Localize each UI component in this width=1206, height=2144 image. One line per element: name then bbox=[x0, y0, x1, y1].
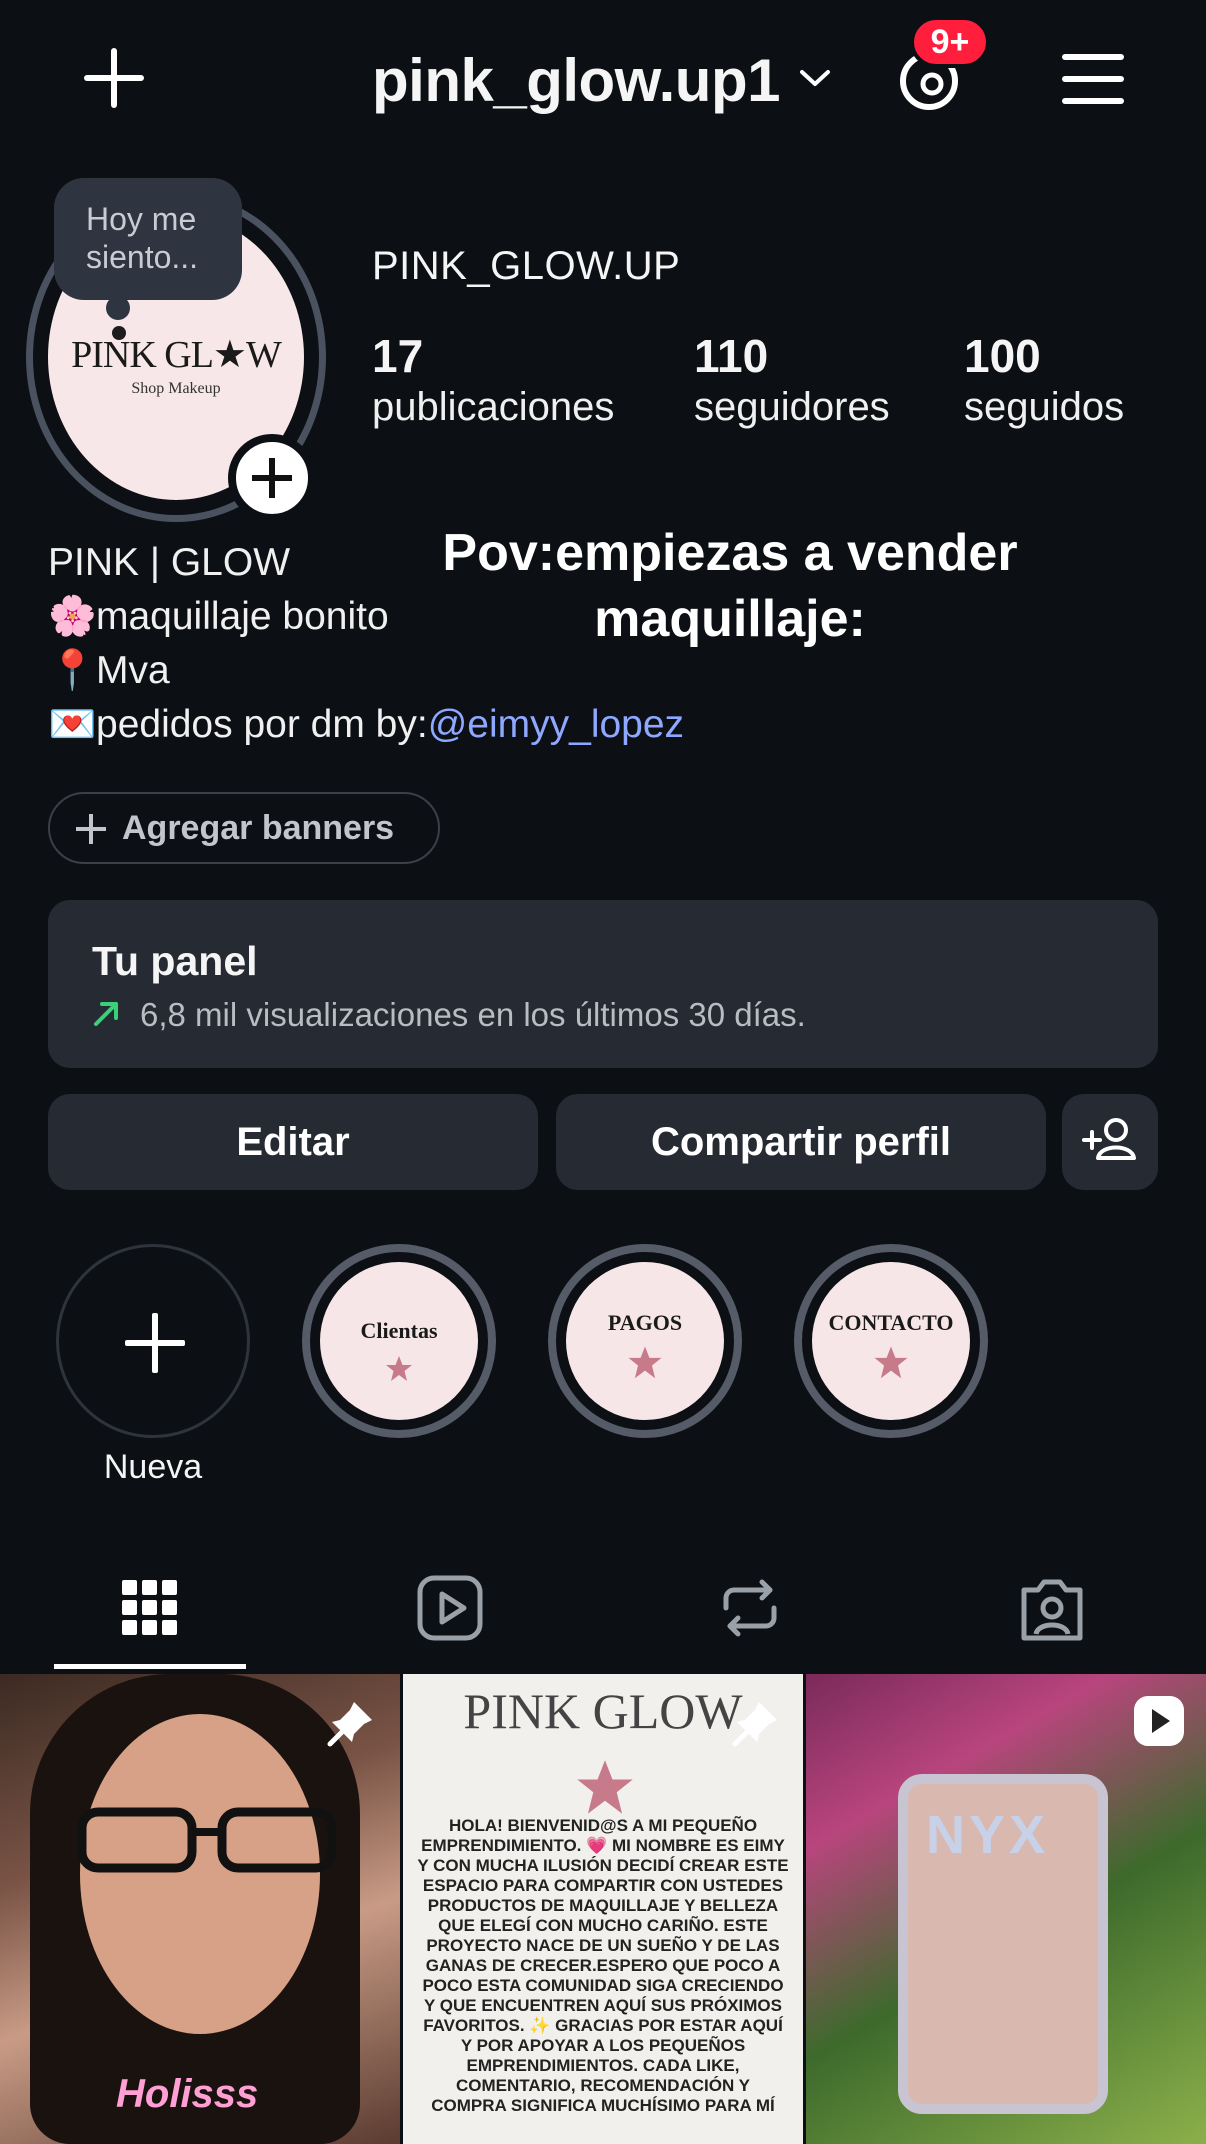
new-highlight-button[interactable] bbox=[56, 1244, 250, 1438]
pin-emoji-icon: 📍 bbox=[48, 649, 97, 692]
reel-play-icon bbox=[1134, 1696, 1184, 1746]
post-caption: Holisss bbox=[116, 2072, 259, 2116]
discover-people-button[interactable] bbox=[1062, 1094, 1158, 1190]
profile-full-name: PINK_GLOW.UP bbox=[372, 244, 681, 288]
note-bubble[interactable]: Hoy me siento... bbox=[54, 178, 242, 300]
star-icon bbox=[874, 1346, 908, 1379]
highlight-clientas[interactable]: Clientas bbox=[302, 1244, 496, 1438]
highlight-text: PAGOS bbox=[607, 1310, 683, 1335]
account-username[interactable]: pink_glow.up1 bbox=[372, 46, 780, 115]
pin-icon bbox=[732, 1702, 777, 1747]
glasses-graphic bbox=[77, 1807, 337, 1873]
highlight-pagos[interactable]: PAGOS bbox=[548, 1244, 742, 1438]
share-profile-button[interactable]: Compartir perfil bbox=[556, 1094, 1046, 1190]
hamburger-menu-icon[interactable] bbox=[1062, 54, 1124, 104]
stat-followers[interactable]: 110 seguidores bbox=[694, 330, 890, 432]
create-plus-icon[interactable] bbox=[84, 48, 144, 108]
overlay-caption: Pov:empiezas a vender maquillaje: bbox=[442, 524, 1018, 648]
stat-posts[interactable]: 17 publicaciones bbox=[372, 330, 614, 432]
pin-icon bbox=[327, 1702, 372, 1747]
top-bar: pink_glow.up1 9+ bbox=[0, 0, 1206, 160]
add-banners-button[interactable]: Agregar banners bbox=[48, 792, 440, 864]
logo-subtitle: Shop Makeup bbox=[131, 380, 221, 397]
bio-mention-link[interactable]: @eimyy_lopez bbox=[428, 703, 684, 746]
highlight-text: Clientas bbox=[360, 1318, 438, 1343]
grid-post[interactable]: PINK GLOW HOLA! BIENVENID@S A MI PEQUEÑO… bbox=[403, 1674, 803, 2144]
logo-text: PINK GL★W bbox=[71, 334, 282, 376]
stat-following[interactable]: 100 seguidos bbox=[964, 330, 1124, 432]
grid-post[interactable]: NYX bbox=[806, 1674, 1206, 2144]
add-story-icon[interactable] bbox=[228, 434, 316, 522]
stat-number: 100 bbox=[964, 330, 1041, 382]
panel-subtitle: 6,8 mil visualizaciones en los últimos 3… bbox=[140, 996, 806, 1033]
chevron-down-icon[interactable] bbox=[798, 66, 832, 90]
star-icon bbox=[628, 1346, 662, 1379]
highlight-contacto[interactable]: CONTACTO bbox=[794, 1244, 988, 1438]
stat-number: 17 bbox=[372, 330, 424, 382]
brand-text: NYX bbox=[926, 1805, 1050, 1865]
add-person-icon bbox=[1082, 1118, 1136, 1160]
post-body-text: HOLA! BIENVENID@S A MI PEQUEÑO EMPRENDIM… bbox=[417, 1816, 789, 2115]
reposts-icon[interactable] bbox=[710, 1568, 790, 1648]
highlight-text: CONTACTO bbox=[828, 1310, 954, 1335]
notification-badge: 9+ bbox=[910, 16, 990, 68]
stat-label: publicaciones bbox=[372, 385, 615, 429]
bio-line: 💌pedidos por dm by:@eimyy_lopez bbox=[48, 698, 684, 752]
trend-up-arrow-icon bbox=[94, 1002, 118, 1026]
star-icon bbox=[386, 1356, 412, 1381]
flower-emoji-icon: 🌸 bbox=[48, 595, 97, 638]
highlight-label: Nueva bbox=[103, 1448, 203, 1486]
panel-title: Tu panel bbox=[92, 938, 258, 984]
stat-label: seguidos bbox=[964, 385, 1125, 429]
product-compact-graphic: NYX bbox=[898, 1774, 1108, 2114]
stat-label: seguidores bbox=[694, 385, 890, 429]
professional-dashboard[interactable]: Tu panel 6,8 mil visualizaciones en los … bbox=[48, 900, 1158, 1068]
active-tab-indicator bbox=[54, 1664, 246, 1669]
tagged-icon[interactable] bbox=[1012, 1568, 1092, 1648]
edit-profile-button[interactable]: Editar bbox=[48, 1094, 538, 1190]
star-icon bbox=[577, 1760, 633, 1814]
bio-line: 📍Mva bbox=[48, 644, 684, 698]
grid-post[interactable]: Holisss bbox=[0, 1674, 400, 2144]
love-letter-emoji-icon: 💌 bbox=[48, 703, 97, 746]
stat-number: 110 bbox=[694, 330, 769, 382]
grid-icon[interactable] bbox=[110, 1568, 190, 1648]
reels-icon[interactable] bbox=[410, 1568, 490, 1648]
